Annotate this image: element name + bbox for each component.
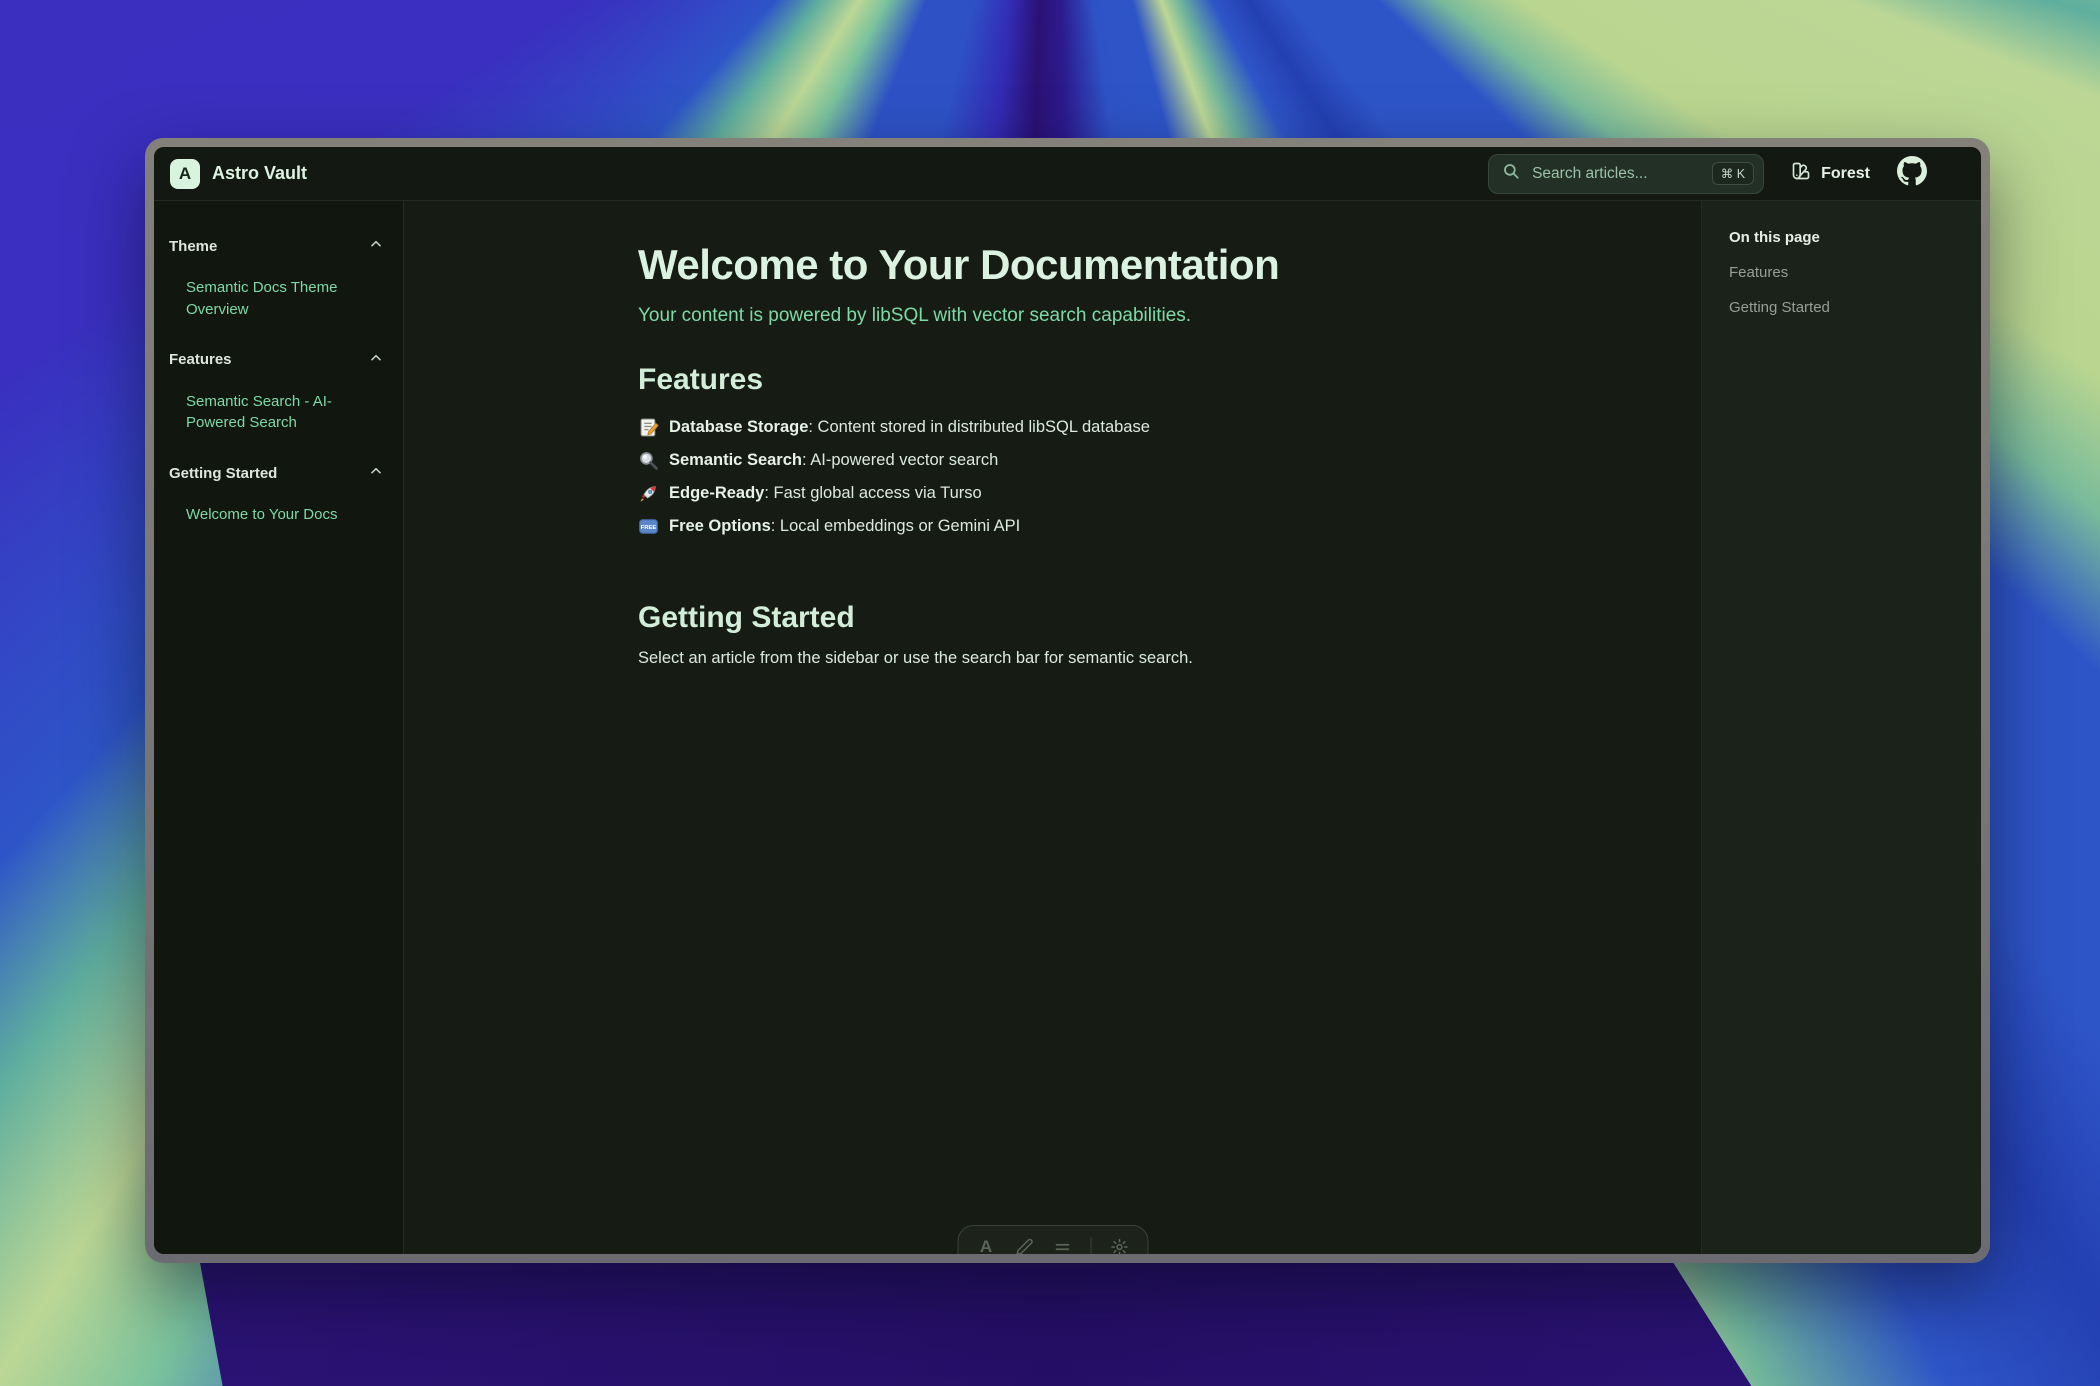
brand-name: Astro Vault bbox=[212, 163, 307, 184]
toc-item-getting-started[interactable]: Getting Started bbox=[1729, 299, 1957, 316]
list-item: Semantic Search: AI-powered vector searc… bbox=[638, 444, 1621, 477]
search-bar[interactable]: ⌘ K bbox=[1488, 154, 1764, 194]
settings-gear-icon[interactable] bbox=[1109, 1237, 1129, 1254]
left-sidebar: Theme Semantic Docs Theme Overview Featu… bbox=[154, 201, 404, 1254]
feature-text: : Fast global access via Turso bbox=[764, 484, 981, 502]
app-window-content: A Astro Vault ⌘ K bbox=[154, 147, 1981, 1254]
sidebar-item-semantic-docs-theme-overview[interactable]: Semantic Docs Theme Overview bbox=[186, 277, 383, 321]
top-header: A Astro Vault ⌘ K bbox=[154, 147, 1981, 201]
feature-label: Edge-Ready bbox=[669, 484, 764, 502]
free-button-emoji: FREE bbox=[638, 516, 659, 537]
sidebar-section-theme-toggle[interactable]: Theme bbox=[169, 237, 383, 255]
memo-emoji bbox=[638, 417, 659, 438]
table-of-contents: On this page Features Getting Started bbox=[1701, 201, 1981, 1254]
feature-label: Free Options bbox=[669, 517, 771, 535]
chevron-up-icon bbox=[369, 464, 383, 482]
list-item: FREE Free Options: Local embeddings or G… bbox=[638, 510, 1621, 543]
text-size-icon[interactable]: A bbox=[976, 1237, 996, 1254]
toc-title: On this page bbox=[1729, 229, 1957, 246]
feature-label: Semantic Search bbox=[669, 451, 802, 469]
sidebar-section-theme: Theme Semantic Docs Theme Overview bbox=[169, 237, 383, 321]
toolbar-divider bbox=[1090, 1237, 1091, 1254]
theme-picker-button[interactable]: Forest bbox=[1791, 161, 1870, 186]
header-actions: ⌘ K Forest bbox=[1488, 154, 1927, 194]
rocket-emoji bbox=[638, 483, 659, 504]
floating-toolbar: A bbox=[957, 1225, 1148, 1254]
chevron-up-icon bbox=[369, 237, 383, 255]
list-item: Database Storage: Content stored in dist… bbox=[638, 411, 1621, 444]
theme-picker-label: Forest bbox=[1821, 165, 1870, 183]
search-icon bbox=[1502, 162, 1520, 185]
main-content: Welcome to Your Documentation Your conte… bbox=[404, 201, 1701, 1254]
sidebar-section-features-toggle[interactable]: Features bbox=[169, 351, 383, 369]
sidebar-item-semantic-search[interactable]: Semantic Search - AI-Powered Search bbox=[186, 391, 383, 435]
search-input[interactable] bbox=[1530, 164, 1702, 184]
search-shortcut-badge: ⌘ K bbox=[1712, 162, 1754, 185]
brand[interactable]: A Astro Vault bbox=[170, 159, 307, 189]
sidebar-section-getting-started-toggle[interactable]: Getting Started bbox=[169, 464, 383, 482]
features-heading: Features bbox=[638, 363, 1621, 397]
app-body: Theme Semantic Docs Theme Overview Featu… bbox=[154, 201, 1981, 1254]
logo-icon: A bbox=[170, 159, 200, 189]
feature-label: Database Storage bbox=[669, 418, 808, 436]
swatch-book-icon bbox=[1791, 161, 1811, 186]
page-subtitle: Your content is powered by libSQL with v… bbox=[638, 305, 1621, 327]
page-title: Welcome to Your Documentation bbox=[638, 241, 1621, 289]
list-item: Edge-Ready: Fast global access via Turso bbox=[638, 477, 1621, 510]
sidebar-section-label: Theme bbox=[169, 238, 217, 255]
getting-started-paragraph: Select an article from the sidebar or us… bbox=[638, 649, 1621, 668]
sidebar-section-label: Getting Started bbox=[169, 465, 277, 482]
features-list: Database Storage: Content stored in dist… bbox=[638, 411, 1621, 543]
getting-started-heading: Getting Started bbox=[638, 601, 1621, 635]
toc-item-features[interactable]: Features bbox=[1729, 264, 1957, 281]
github-icon bbox=[1897, 156, 1927, 191]
sidebar-item-welcome-to-your-docs[interactable]: Welcome to Your Docs bbox=[186, 504, 383, 526]
sidebar-section-features: Features Semantic Search - AI-Powered Se… bbox=[169, 351, 383, 435]
feature-text: : Local embeddings or Gemini API bbox=[771, 517, 1020, 535]
github-link[interactable] bbox=[1897, 156, 1927, 191]
magnifying-glass-emoji bbox=[638, 450, 659, 471]
sidebar-section-getting-started: Getting Started Welcome to Your Docs bbox=[169, 464, 383, 526]
chevron-up-icon bbox=[369, 351, 383, 369]
lines-icon[interactable] bbox=[1052, 1237, 1072, 1254]
app-window: A Astro Vault ⌘ K bbox=[145, 138, 1990, 1263]
feature-text: : AI-powered vector search bbox=[802, 451, 998, 469]
edit-pencil-icon[interactable] bbox=[1014, 1237, 1034, 1254]
feature-text: : Content stored in distributed libSQL d… bbox=[808, 418, 1150, 436]
svg-text:FREE: FREE bbox=[641, 525, 657, 531]
sidebar-section-label: Features bbox=[169, 351, 232, 368]
